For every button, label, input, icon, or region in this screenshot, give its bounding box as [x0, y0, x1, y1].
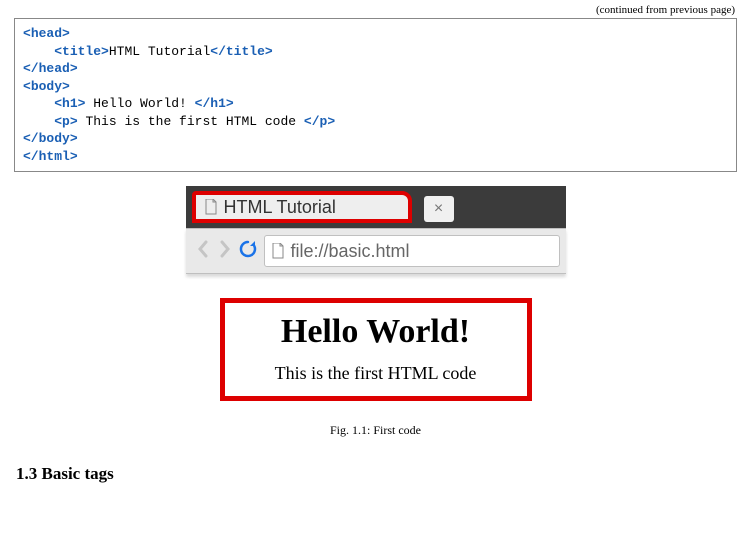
browser-screenshot: HTML Tutorial × file://basic.html [186, 186, 566, 274]
url-text: file://basic.html [291, 241, 410, 262]
chevron-left-icon [196, 240, 210, 258]
reload-button[interactable] [236, 239, 264, 264]
page-heading: Hello World! [235, 313, 517, 351]
close-tab-button[interactable]: × [424, 196, 454, 222]
chevron-right-icon [218, 240, 232, 258]
browser-toolbar: file://basic.html [186, 228, 566, 274]
section-heading: 1.3 Basic tags [16, 464, 741, 484]
page-paragraph: This is the first HTML code [235, 363, 517, 384]
reload-icon [238, 239, 258, 259]
document-icon [271, 243, 285, 259]
browser-tab[interactable]: HTML Tutorial [192, 191, 412, 223]
tab-title: HTML Tutorial [224, 197, 336, 218]
rendered-output: Hello World! This is the first HTML code [220, 298, 532, 401]
code-listing: <head> <title>HTML Tutorial</title> </he… [14, 18, 737, 172]
url-bar[interactable]: file://basic.html [264, 235, 560, 267]
tab-bar: HTML Tutorial × [186, 186, 566, 228]
forward-button[interactable] [214, 238, 236, 264]
document-icon [204, 199, 218, 215]
continued-label: (continued from previous page) [10, 4, 735, 16]
figure-caption: Fig. 1.1: First code [10, 423, 741, 438]
back-button[interactable] [192, 238, 214, 264]
